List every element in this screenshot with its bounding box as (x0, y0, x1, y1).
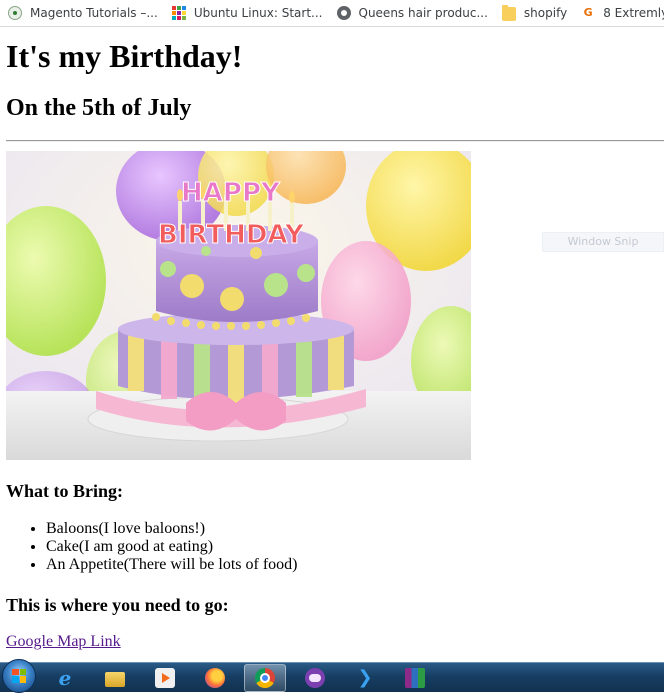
windows-flag-icon (12, 668, 26, 683)
bookmark-label: shopify (523, 6, 568, 20)
vscode-icon: ❯ (357, 666, 373, 688)
bookmark-label: Queens hair produc... (358, 6, 488, 20)
g8-icon: G (583, 6, 593, 19)
bring-heading: What to Bring: (6, 481, 123, 501)
bookmark-extremely-useful[interactable]: G 8 Extremly Useful (573, 0, 664, 26)
page-title: It's my Birthday! (6, 38, 243, 74)
bookmark-magento-tutorials[interactable]: Magento Tutorials –... (0, 0, 164, 26)
bookmark-label: Magento Tutorials –... (30, 6, 158, 20)
page-subtitle: On the 5th of July (6, 95, 192, 121)
taskbar-media-player[interactable] (144, 664, 186, 692)
start-orb-icon[interactable] (2, 658, 36, 693)
taskbar-firefox[interactable] (194, 664, 236, 692)
internet-explorer-icon: e (58, 665, 72, 690)
taskbar-internet-explorer[interactable]: e (44, 664, 86, 692)
taskbar-file-explorer[interactable] (94, 664, 136, 692)
bring-list: Baloons(I love baloons!) Cake(I am good … (6, 520, 298, 574)
list-item: Cake(I am good at eating) (46, 538, 298, 556)
taskbar-purple-app[interactable] (294, 664, 336, 692)
folder-icon (501, 5, 516, 21)
windows-taskbar: e ❯ (0, 658, 664, 693)
directions-heading: This is where you need to go: (6, 595, 229, 615)
apps-grid-icon (171, 6, 186, 20)
winrar-icon (405, 667, 425, 688)
horizontal-rule (6, 140, 664, 142)
birthday-cake-image: HAPPY BIRTHDAY (6, 151, 471, 460)
bookmarks-bar: Magento Tutorials –... Ubuntu Linux: Sta… (0, 0, 664, 27)
taskbar-vscode[interactable]: ❯ (344, 664, 386, 692)
cake-text-birthday: BIRTHDAY (158, 220, 305, 250)
window-snip-overlay[interactable]: Window Snip (542, 232, 664, 252)
chrome-icon (255, 667, 275, 688)
purple-app-icon (305, 667, 325, 688)
file-explorer-icon (105, 671, 125, 687)
taskbar-winrar[interactable] (394, 664, 436, 692)
list-item: Baloons(I love baloons!) (46, 520, 298, 538)
media-player-icon (155, 667, 175, 688)
bookmark-label: Ubuntu Linux: Start... (193, 6, 323, 20)
cake-text-happy: HAPPY (181, 178, 281, 208)
bookmark-queens-hair[interactable]: Queens hair produc... (329, 0, 494, 26)
taskbar-chrome[interactable] (244, 663, 286, 692)
magento-icon (8, 6, 22, 20)
bookmark-folder-shopify[interactable]: shopify (494, 0, 573, 26)
google-map-link[interactable]: Google Map Link (6, 632, 121, 652)
firefox-icon (205, 667, 225, 688)
bookmark-label: 8 Extremly Useful (603, 6, 664, 20)
globe-icon (336, 6, 351, 20)
bookmark-ubuntu-linux[interactable]: Ubuntu Linux: Start... (164, 0, 329, 26)
list-item: An Appetite(There will be lots of food) (46, 556, 298, 574)
